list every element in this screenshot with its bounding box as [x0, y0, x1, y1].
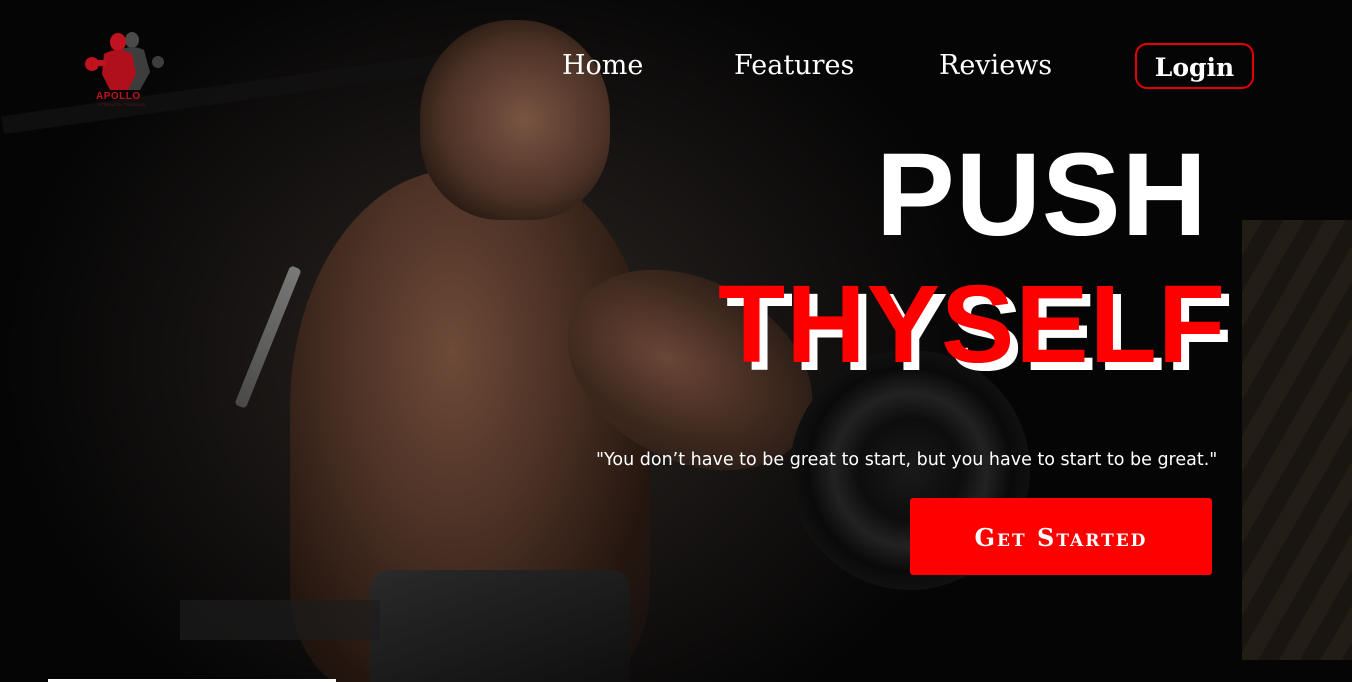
floor-shadow [180, 600, 380, 640]
nav-features-link[interactable]: Features [734, 48, 854, 84]
headline-line-1: PUSH [876, 129, 1208, 261]
wood-wall [1242, 220, 1352, 660]
athlete-shorts [370, 570, 630, 682]
brand-tagline: STRENGTH TRAINING [98, 102, 146, 107]
brand-name: APOLLO [96, 91, 141, 102]
get-started-button[interactable]: Get Started [910, 498, 1212, 575]
login-button[interactable]: Login [1135, 43, 1254, 89]
hero-quote: "You don’t have to be great to start, bu… [596, 450, 1218, 470]
headline-line-2: THYSELF [718, 263, 1227, 386]
nav-home-link[interactable]: Home [562, 48, 643, 84]
hero-section: APOLLO STRENGTH TRAINING Home Features R… [0, 0, 1352, 682]
nav-reviews-link[interactable]: Reviews [939, 48, 1052, 84]
